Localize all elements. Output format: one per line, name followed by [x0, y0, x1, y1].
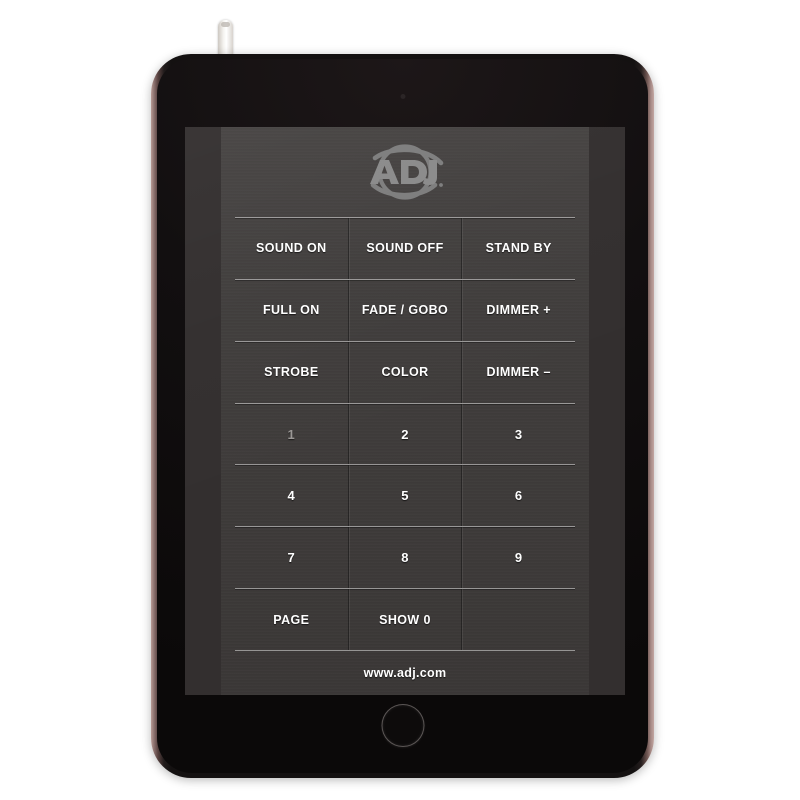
key-sound-on[interactable]: SOUND ON: [235, 218, 348, 279]
key-9[interactable]: 9: [461, 527, 575, 589]
keypad-grid: SOUND ON SOUND OFF STAND BY FULL ON FADE / G…: [221, 217, 589, 652]
tablet-screen[interactable]: SOUND ON SOUND OFF STAND BY FULL ON FADE / G…: [185, 127, 625, 695]
key-7[interactable]: 7: [235, 527, 348, 588]
key-stand-by[interactable]: STAND BY: [461, 218, 575, 279]
key-page[interactable]: PAGE: [235, 589, 348, 650]
letterbox-band-left: [185, 127, 221, 695]
key-sound-off[interactable]: SOUND OFF: [347, 218, 462, 279]
adj-logo-icon: [370, 144, 444, 200]
key-color[interactable]: COLOR: [347, 341, 462, 403]
keypad-row: 123: [235, 402, 575, 465]
key-dimmer-up[interactable]: DIMMER +: [461, 279, 575, 341]
keypad-row: SOUND ON SOUND OFF STAND BY: [235, 217, 575, 279]
keypad-row: PAGE SHOW 0: [235, 588, 575, 652]
tablet-device: SOUND ON SOUND OFF STAND BY FULL ON FADE / G…: [151, 54, 654, 778]
key-6[interactable]: 6: [461, 465, 575, 527]
front-camera-icon: [400, 94, 405, 99]
key-blank: [461, 589, 575, 651]
home-button[interactable]: [381, 704, 424, 747]
key-dimmer-down[interactable]: DIMMER –: [461, 341, 575, 403]
footer-url[interactable]: www.adj.com: [221, 651, 589, 695]
key-fade-gobo[interactable]: FADE / GOBO: [347, 279, 462, 341]
key-1[interactable]: 1: [235, 404, 348, 465]
adj-app-panel: SOUND ON SOUND OFF STAND BY FULL ON FADE / G…: [221, 127, 589, 695]
tablet-bezel: SOUND ON SOUND OFF STAND BY FULL ON FADE / G…: [157, 59, 648, 773]
key-full-on[interactable]: FULL ON: [235, 280, 348, 341]
keypad-row: 456: [235, 464, 575, 527]
key-strobe[interactable]: STROBE: [235, 342, 348, 403]
key-show-0[interactable]: SHOW 0: [347, 589, 462, 651]
key-8[interactable]: 8: [347, 527, 462, 589]
keypad-row: 789: [235, 526, 575, 589]
antenna-tip-icon: [221, 22, 230, 27]
key-5[interactable]: 5: [347, 465, 462, 527]
key-3[interactable]: 3: [461, 403, 575, 465]
keypad-row: FULL ON FADE / GOBO DIMMER +: [235, 278, 575, 341]
keypad-row: STROBE COLOR DIMMER –: [235, 340, 575, 403]
screenshot-canvas: SOUND ON SOUND OFF STAND BY FULL ON FADE / G…: [0, 0, 800, 800]
letterbox-band-right: [589, 127, 625, 695]
key-4[interactable]: 4: [235, 465, 348, 526]
app-logo: [221, 127, 589, 217]
key-2[interactable]: 2: [347, 403, 462, 465]
